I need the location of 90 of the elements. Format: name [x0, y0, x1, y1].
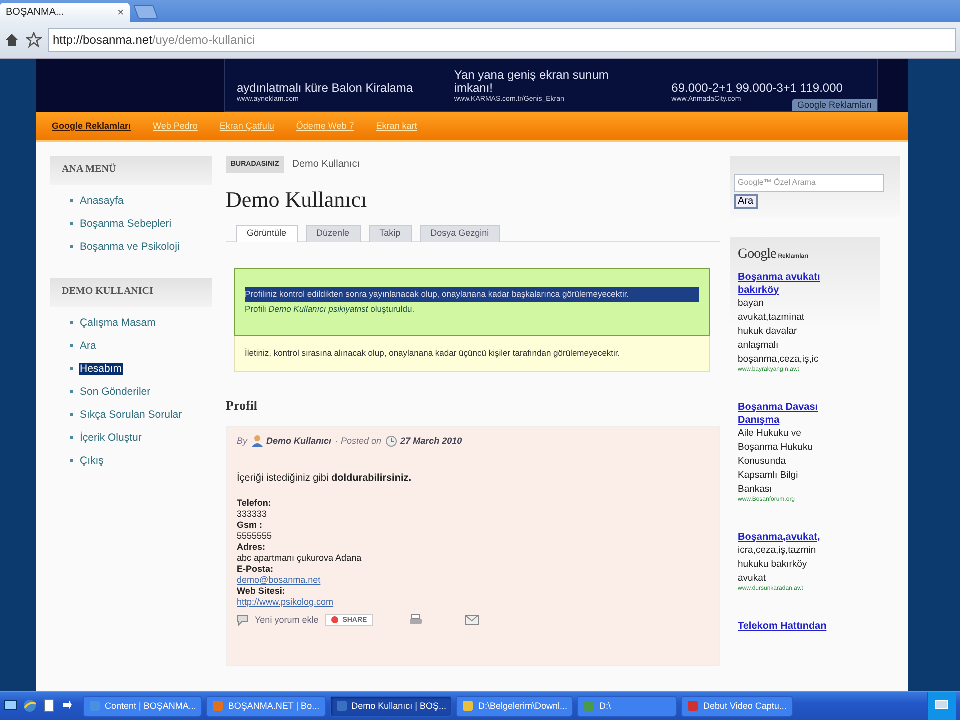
byline-text: By [237, 436, 248, 446]
ad-text[interactable]: 69.000-2+1 99.000-3+1 119.000 [672, 82, 843, 95]
ad-title[interactable]: Boşanma,avukat, [738, 530, 846, 544]
taskbar-button[interactable]: BOŞANMA.NET | Bo... [206, 696, 326, 716]
ad-title[interactable]: Boşanma avukatı bakırköy [738, 270, 846, 296]
block-title: ANA MENÜ [50, 156, 212, 185]
message-text: Profiliniz kontrol edildikten sonra yayınlanacak olup, onaylanana kadar başkalarınca görülemeyecektir. [245, 287, 699, 302]
field-link[interactable]: http://www.psikolog.com [237, 597, 711, 608]
close-icon[interactable]: × [118, 6, 124, 18]
post-date: 27 March 2010 [400, 436, 462, 446]
ad-text: anlaşmalı [738, 338, 780, 352]
tab[interactable]: Görüntüle [236, 225, 298, 242]
ad-title[interactable]: Boşanma Davası Danışma [738, 400, 846, 426]
sidebar-link[interactable]: Hesabım [79, 362, 124, 374]
document-icon[interactable] [42, 699, 56, 713]
block-title: DEMO KULLANICI [50, 278, 212, 307]
taskbar-button[interactable]: Demo Kullanıcı | BOŞ... [330, 696, 452, 716]
nav-heading[interactable]: Google Reklamları [52, 121, 132, 131]
clock-icon [386, 436, 397, 446]
field-label: E-Posta: [237, 564, 275, 575]
window-icon [462, 700, 474, 712]
address-field[interactable]: http://bosanma.net/uye/demo-kullanici [48, 28, 956, 52]
ad-text: bayan [738, 296, 765, 310]
field-value: 333333 [237, 509, 268, 520]
taskbar-button[interactable]: D:\ [577, 696, 678, 716]
ad-text[interactable]: aydınlatmalı küre Balon Kiralama [237, 82, 414, 95]
ad-text: Konusunda [738, 454, 788, 468]
comment-icon [237, 614, 249, 626]
search-field[interactable]: Google™ Özel Arama [734, 174, 884, 192]
intro-text: İçeriği istediğiniz gibi doldurabilirsiniz. [237, 473, 413, 484]
desktop-icon[interactable] [4, 699, 18, 713]
sidebar-link[interactable]: Son Gönderiler [79, 386, 152, 398]
star-icon[interactable] [26, 32, 42, 48]
breadcrumb-current: Demo Kullanıcı [292, 159, 360, 170]
browser-icon[interactable] [23, 699, 37, 713]
ad-text[interactable]: Yan yana geniş ekran sunum [454, 69, 609, 82]
ad-text: boşanma,ceza,iş,ic [738, 352, 820, 366]
byline-text: · Posted on [336, 436, 382, 446]
sidebar-link[interactable]: Sıkça Sorulan Sorular [79, 408, 184, 420]
window-icon [687, 700, 700, 712]
sidebar-link[interactable]: Boşanma ve Psikoloji [79, 240, 181, 252]
tab[interactable]: Düzenle [306, 225, 361, 242]
section-title: Profil [226, 398, 259, 414]
sidebar-link[interactable]: Anasayfa [79, 194, 125, 206]
taskbar-button[interactable]: D:\Belgelerim\Downl... [456, 696, 574, 716]
ads-badge[interactable]: Google Reklamları [792, 99, 877, 111]
ad-title[interactable]: Telekom Hattından [738, 620, 846, 632]
window-icon [212, 700, 224, 712]
home-icon[interactable] [4, 32, 20, 48]
field-value: abc apartmanı çukurova Adana [237, 553, 363, 564]
ad-text: icra,ceza,iş,tazmin [738, 544, 818, 558]
ad-text: avukat [738, 572, 767, 586]
ad-text: avukat,tazminat [738, 310, 806, 324]
ads-logo: Google [738, 246, 776, 262]
ad-text: Boşanma Hukuku [738, 440, 814, 454]
message-text: Profili Demo Kullanıcı psikiyatrist oluşturuldu. [245, 303, 416, 316]
user-icon [252, 435, 263, 447]
tab[interactable]: Dosya Gezgini [420, 225, 500, 242]
field-value: 5555555 [237, 531, 274, 542]
mail-icon[interactable] [465, 615, 480, 625]
author-link[interactable]: Demo Kullanıcı [266, 436, 332, 446]
field-label: Web Sitesi: [237, 586, 286, 597]
browser-tab[interactable]: BOŞANMA... × [0, 3, 130, 22]
field-label: Gsm : [237, 520, 264, 531]
ad-text: hukuku bakırköy [738, 558, 808, 572]
comment-link[interactable]: Yeni yorum ekle [255, 615, 319, 625]
ad-text[interactable]: imkanı! [454, 82, 494, 95]
print-icon[interactable] [409, 614, 424, 626]
page-title: Demo Kullanıcı [226, 187, 368, 213]
window-icon [336, 700, 348, 712]
sidebar-link[interactable]: Çalışma Masam [79, 316, 157, 328]
taskbar-button[interactable]: Content | BOŞANMA... [83, 696, 202, 716]
monitor-icon[interactable] [935, 700, 949, 712]
field-link[interactable]: demo@bosanma.net [237, 575, 711, 586]
sidebar-link[interactable]: Ara [79, 340, 98, 352]
sidebar-link[interactable]: İçerik Oluştur [79, 432, 143, 444]
ad-text: Bankası [738, 482, 774, 496]
search-button[interactable]: Ara [734, 194, 758, 208]
field-label: Adres: [237, 542, 267, 553]
sidebar-link[interactable]: Boşanma Sebepleri [79, 218, 173, 230]
window-icon [583, 700, 596, 712]
message-text: İletiniz, kontrol sırasına alınacak olup, onaylanana kadar üçüncü kişiler tarafından görülemeyecektir. [245, 347, 622, 360]
ad-text: Kapsamlı Bilgi [738, 468, 800, 482]
field-label: Telefon: [237, 498, 272, 509]
taskbar-button[interactable]: Debut Video Captu... [681, 696, 793, 716]
share-icon [330, 616, 339, 624]
tab[interactable]: Takip [368, 225, 412, 242]
ad-text: hukuk davalar [738, 324, 798, 338]
sidebar-link[interactable]: Çıkış [79, 454, 105, 466]
ad-text: Aile Hukuku ve [738, 426, 802, 440]
